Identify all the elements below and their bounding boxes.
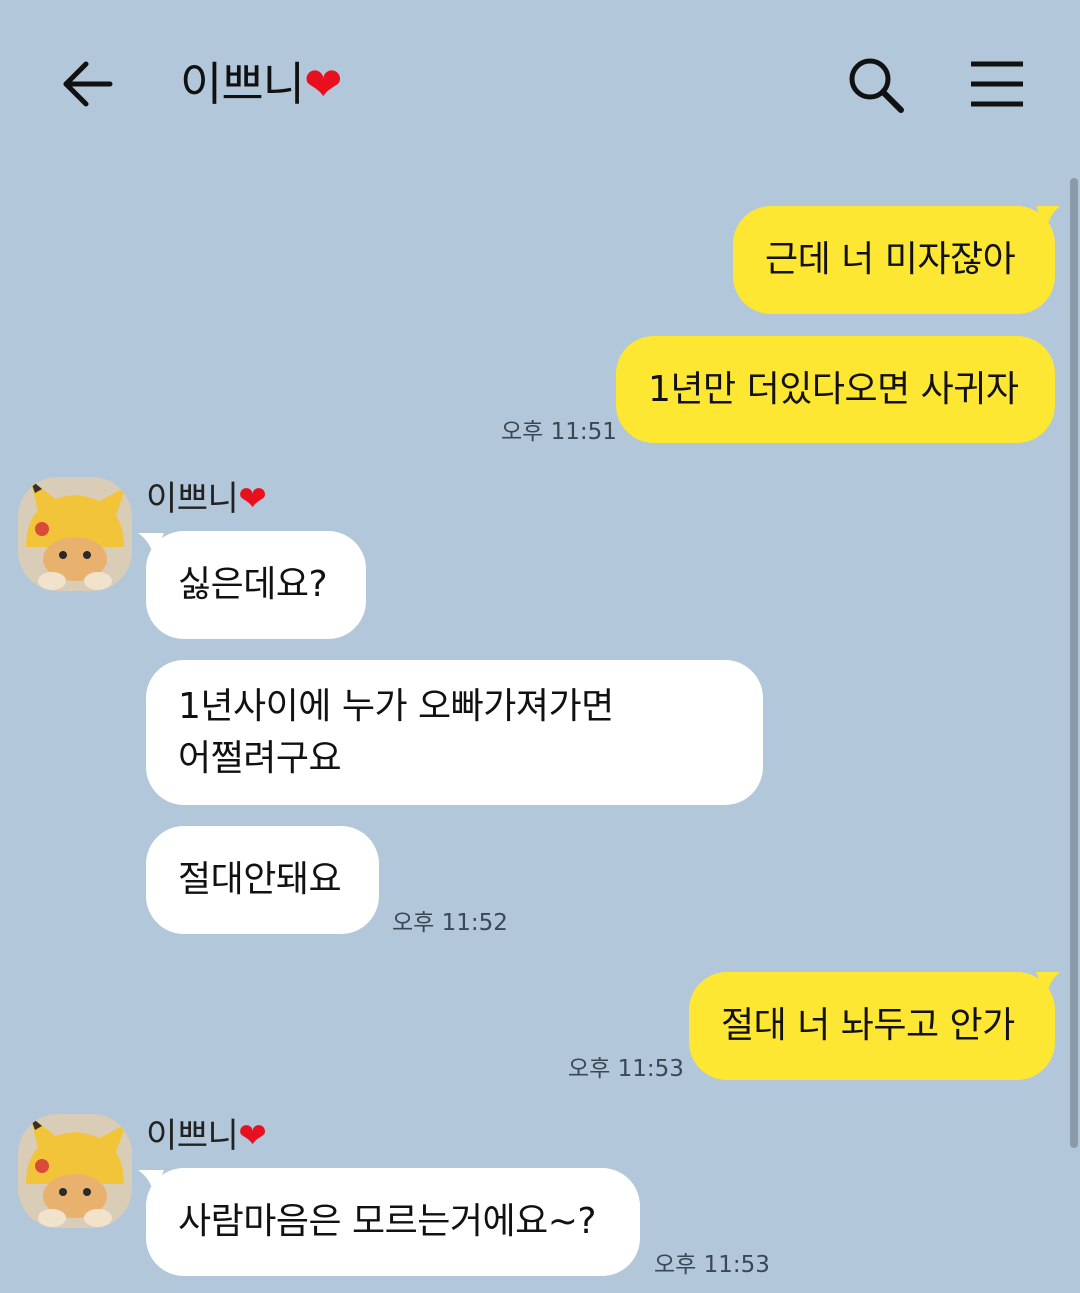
my-message-bubble[interactable]: 절대 너 놔두고 안가 <box>689 972 1055 1080</box>
message-timestamp: 오후 11:52 <box>392 910 508 936</box>
heart-icon: ❤ <box>238 1116 267 1156</box>
sender-name: 이쁘니❤ <box>146 1113 267 1159</box>
scrollbar[interactable] <box>1070 178 1078 1148</box>
bubble-tail <box>138 1170 164 1194</box>
their-message-bubble[interactable]: 절대안돼요 <box>146 826 379 934</box>
avatar[interactable] <box>18 477 132 591</box>
message-timestamp: 오후 11:53 <box>654 1252 770 1278</box>
chat-header: 이쁘니❤ <box>0 0 1080 170</box>
message-text: 사람마음은 모르는거에요~? <box>178 1201 597 1242</box>
chat-title-text: 이쁘니 <box>180 57 305 111</box>
pikachu-cat-avatar-image <box>18 1114 132 1228</box>
chat-title: 이쁘니❤ <box>180 54 343 114</box>
their-message-bubble[interactable]: 1년사이에 누가 오빠가져가면 어쩔려구요 <box>146 660 763 805</box>
message-text-line: 1년사이에 누가 오빠가져가면 <box>178 685 614 727</box>
their-message-bubble[interactable]: 사람마음은 모르는거에요~? <box>146 1168 640 1276</box>
back-button[interactable] <box>56 52 120 116</box>
menu-button[interactable] <box>966 56 1028 112</box>
heart-icon: ❤ <box>303 57 343 111</box>
message-text-line: 어쩔려구요 <box>178 737 342 779</box>
message-text-block: 1년사이에 누가 오빠가져가면 어쩔려구요 <box>178 681 614 785</box>
search-button[interactable] <box>843 52 909 118</box>
hamburger-menu-icon <box>971 61 1023 107</box>
bubble-tail <box>1036 972 1060 996</box>
bubble-tail <box>138 533 164 557</box>
message-text: 절대안돼요 <box>178 859 342 900</box>
sender-name: 이쁘니❤ <box>146 476 267 522</box>
sender-name-text: 이쁘니 <box>146 1116 239 1156</box>
pikachu-cat-avatar-image <box>18 477 132 591</box>
bubble-tail <box>1036 206 1060 230</box>
my-message-bubble[interactable]: 근데 너 미자잖아 <box>733 206 1055 314</box>
search-icon <box>849 58 904 113</box>
my-message-bubble[interactable]: 1년만 더있다오면 사귀자 <box>616 336 1055 443</box>
message-text: 근데 너 미자잖아 <box>765 239 1016 280</box>
arrow-left-icon <box>63 61 113 107</box>
sender-name-text: 이쁘니 <box>146 479 239 519</box>
avatar[interactable] <box>18 1114 132 1228</box>
chat-screen: 이쁘니❤ 근데 너 미자잖아 1년만 더있다오면 사귀자 오후 11:51 이쁘… <box>0 0 1080 1293</box>
message-text: 절대 너 놔두고 안가 <box>721 1005 1015 1046</box>
heart-icon: ❤ <box>238 479 267 519</box>
message-timestamp: 오후 11:51 <box>501 419 617 445</box>
message-text: 싫은데요? <box>178 564 328 605</box>
message-text: 1년만 더있다오면 사귀자 <box>648 368 1019 410</box>
their-message-bubble[interactable]: 싫은데요? <box>146 531 366 639</box>
message-timestamp: 오후 11:53 <box>568 1056 684 1082</box>
